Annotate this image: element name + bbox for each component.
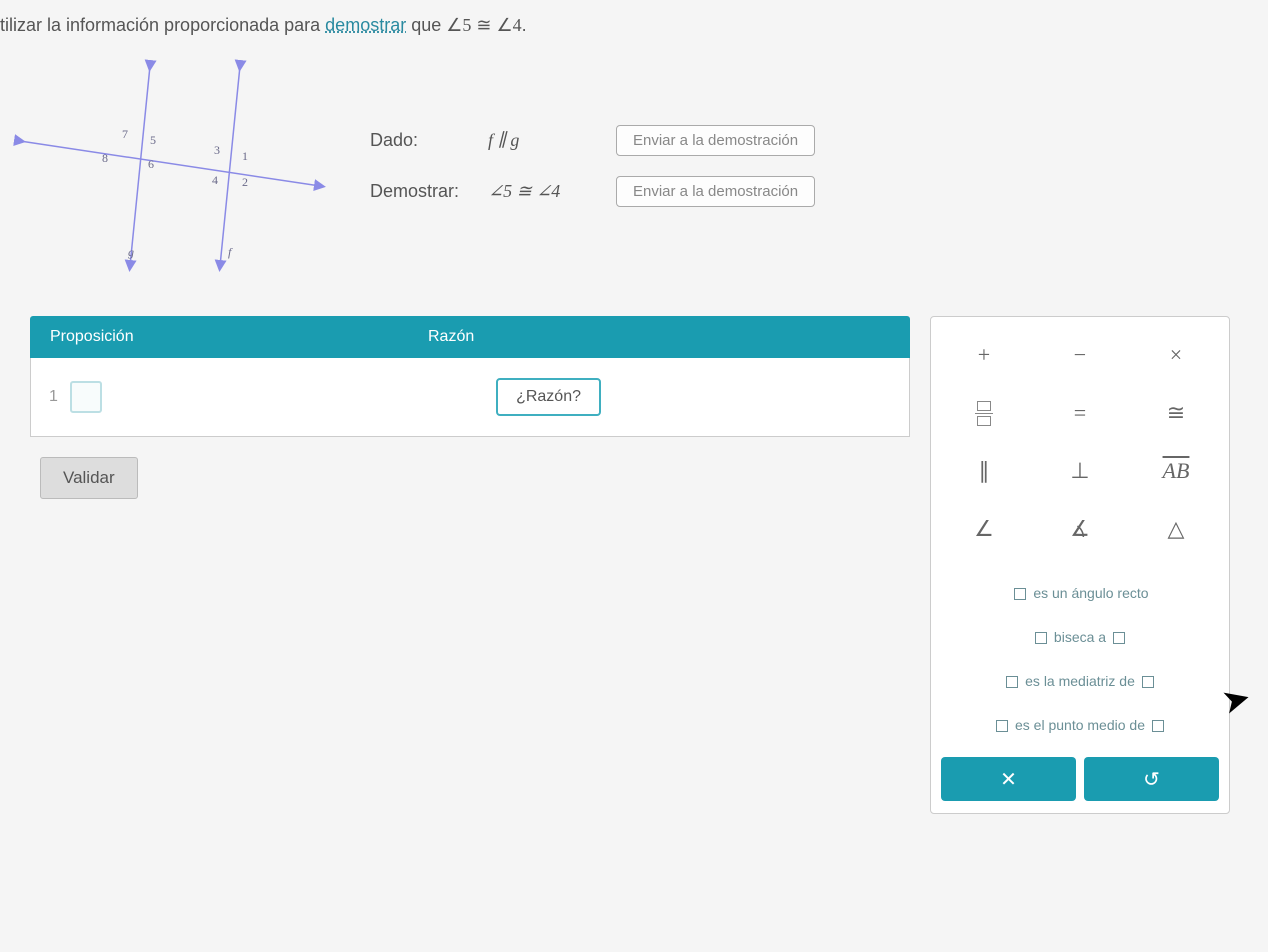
col-razon: Razón <box>428 328 890 346</box>
proof-panel: Proposición Razón 1 ¿Razón? Validar <box>30 316 910 814</box>
demostrar-row: Demostrar: ∠5 ≅ ∠4 Enviar a la demostrac… <box>370 176 815 207</box>
slot-icon <box>1152 720 1164 732</box>
dado-label: Dado: <box>370 130 470 151</box>
step-number: 1 <box>49 388 58 406</box>
geometry-diagram: 7 5 8 6 3 1 4 2 g f <box>10 56 330 276</box>
main-area: Proposición Razón 1 ¿Razón? Validar + − … <box>0 316 1268 814</box>
dado-row: Dado: f ∥ g Enviar a la demostración <box>370 125 815 156</box>
prompt-rel: ≅ <box>471 15 496 35</box>
slot-icon <box>1113 632 1125 644</box>
perpendicular-symbol[interactable]: ⊥ <box>1035 445 1125 497</box>
angle-label-3: 3 <box>214 143 220 157</box>
angle-symbol[interactable]: ∠ <box>939 503 1029 555</box>
validate-button[interactable]: Validar <box>40 457 138 499</box>
demostrar-value: ∠5 ≅ ∠4 <box>488 181 598 202</box>
slot-icon <box>1014 588 1026 600</box>
col-proposicion: Proposición <box>50 328 428 346</box>
angle-label-1: 1 <box>242 149 248 163</box>
prompt-angle4: ∠4 <box>496 15 521 35</box>
reason-button[interactable]: ¿Razón? <box>496 378 601 416</box>
given-block: Dado: f ∥ g Enviar a la demostración Dem… <box>370 125 815 207</box>
phrase-midpoint[interactable]: es el punto medio de <box>943 707 1217 743</box>
phrase-right-angle[interactable]: es un ángulo recto <box>943 575 1217 611</box>
angle-label-7: 7 <box>122 127 128 141</box>
phrase-midpoint-text: es el punto medio de <box>1015 717 1145 733</box>
proof-header: Proposición Razón <box>30 316 910 358</box>
phrase-perp-bisector-text: es la mediatriz de <box>1025 673 1135 689</box>
prompt-suffix: . <box>522 15 527 35</box>
symbol-grid: + − × = ≅ ∥ ⊥ AB ∠ ∡ △ <box>939 329 1221 555</box>
demostrar-link[interactable]: demostrar <box>325 15 406 35</box>
phrase-perp-bisector[interactable]: es la mediatriz de <box>943 663 1217 699</box>
slot-icon <box>1006 676 1018 688</box>
times-symbol[interactable]: × <box>1131 329 1221 381</box>
proposition-input[interactable] <box>70 381 102 413</box>
parallel-symbol[interactable]: ∥ <box>939 445 1029 497</box>
prompt-mid: que <box>406 15 446 35</box>
minus-symbol[interactable]: − <box>1035 329 1125 381</box>
top-section: 7 5 8 6 3 1 4 2 g f Dado: f ∥ g Enviar a… <box>0 56 1268 316</box>
prompt-angle5: ∠5 <box>446 15 471 35</box>
proof-body: 1 ¿Razón? <box>30 358 910 437</box>
phrase-bisects-text: biseca a <box>1054 629 1106 645</box>
triangle-symbol[interactable]: △ <box>1131 503 1221 555</box>
equals-symbol[interactable]: = <box>1035 387 1125 439</box>
slot-icon <box>1035 632 1047 644</box>
slot-icon <box>1142 676 1154 688</box>
send-dado-button[interactable]: Enviar a la demostración <box>616 125 815 156</box>
angle-label-5: 5 <box>150 133 156 147</box>
congruent-symbol[interactable]: ≅ <box>1131 387 1221 439</box>
dado-value: f ∥ g <box>488 130 598 151</box>
question-prompt: tilizar la información proporcionada par… <box>0 10 1268 56</box>
clear-button[interactable]: ✕ <box>941 757 1076 801</box>
phrase-bisects[interactable]: biseca a <box>943 619 1217 655</box>
measured-angle-symbol[interactable]: ∡ <box>1035 503 1125 555</box>
toolbox-actions: ✕ ↺ <box>939 757 1221 801</box>
undo-button[interactable]: ↺ <box>1084 757 1219 801</box>
slot-icon <box>996 720 1008 732</box>
angle-label-6: 6 <box>148 157 154 171</box>
fraction-symbol[interactable] <box>939 387 1029 439</box>
demostrar-label: Demostrar: <box>370 181 470 202</box>
symbol-toolbox: + − × = ≅ ∥ ⊥ AB ∠ ∡ △ es un ángulo rect… <box>930 316 1230 814</box>
line-label-g: g <box>128 245 134 259</box>
phrase-right-angle-text: es un ángulo recto <box>1033 585 1148 601</box>
proof-row-1: 1 ¿Razón? <box>31 358 909 436</box>
line-label-f: f <box>228 245 233 259</box>
plus-symbol[interactable]: + <box>939 329 1029 381</box>
angle-label-2: 2 <box>242 175 248 189</box>
phrase-list: es un ángulo recto biseca a es la mediat… <box>939 569 1221 757</box>
angle-label-8: 8 <box>102 151 108 165</box>
segment-symbol[interactable]: AB <box>1131 445 1221 497</box>
prompt-prefix: tilizar la información proporcionada par… <box>0 15 325 35</box>
angle-label-4: 4 <box>212 173 218 187</box>
send-demostrar-button[interactable]: Enviar a la demostración <box>616 176 815 207</box>
